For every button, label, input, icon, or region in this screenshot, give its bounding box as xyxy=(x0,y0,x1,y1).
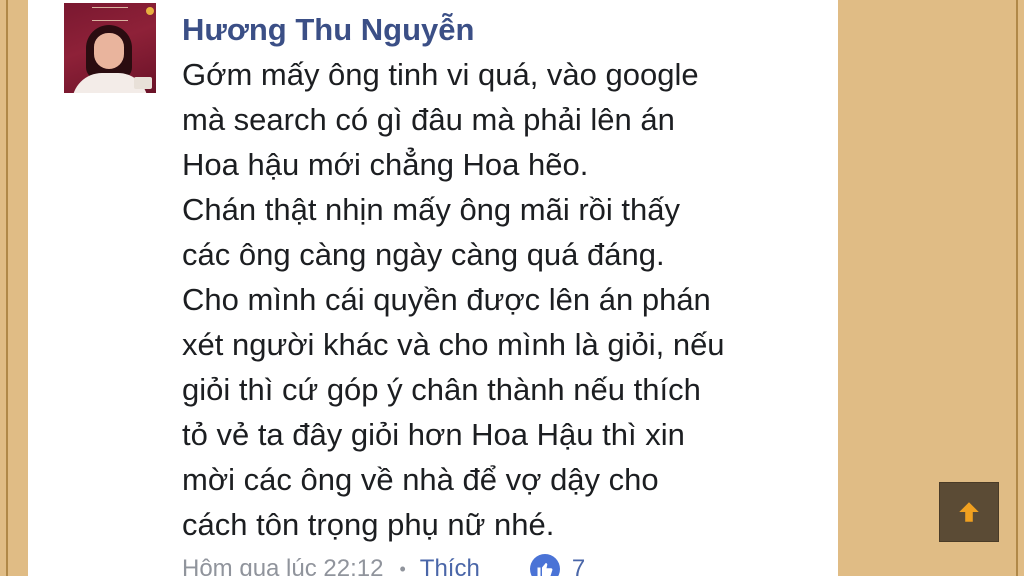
comment-line: Cho mình cái quyền được lên án phán xyxy=(182,282,711,317)
comment-line: Hoa hậu mới chẳng Hoa hẽo. xyxy=(182,147,589,182)
comment-line: mời các ông về nhà để vợ dậy cho xyxy=(182,462,659,497)
comment-author[interactable]: Hương Thu Nguyễn xyxy=(182,12,474,48)
avatar-face xyxy=(94,33,124,69)
like-count: 7 xyxy=(571,555,586,576)
comment-line: Gớm mấy ông tinh vi quá, vào google xyxy=(182,57,699,92)
arrow-up-icon xyxy=(959,502,979,522)
avatar-seal xyxy=(134,77,152,89)
like-link[interactable]: Thích xyxy=(420,555,480,576)
meta-separator: • xyxy=(399,558,406,576)
comment-card: Hương Thu Nguyễn Gớm mấy ông tinh vi quá… xyxy=(28,0,838,576)
right-border xyxy=(1016,0,1018,576)
comment-line: giỏi thì cứ góp ý chân thành nếu thích xyxy=(182,372,701,407)
comment-meta: Hôm qua lúc 22:12 • Thích 7 xyxy=(182,554,585,576)
avatar[interactable] xyxy=(64,3,156,93)
scroll-to-top-button[interactable] xyxy=(939,482,999,542)
comment-line: các ông càng ngày càng quá đáng. xyxy=(182,237,665,272)
comment-text: Gớm mấy ông tinh vi quá, vào google mà s… xyxy=(182,52,832,547)
comment-line: tỏ vẻ ta đây giỏi hơn Hoa Hậu thì xin xyxy=(182,417,685,452)
avatar-banner xyxy=(92,7,128,21)
comment-line: xét người khác và cho mình là giỏi, nếu xyxy=(182,327,725,362)
left-border xyxy=(6,0,8,576)
page: Hương Thu Nguyễn Gớm mấy ông tinh vi quá… xyxy=(0,0,1024,576)
comment-line: Chán thật nhịn mấy ông mãi rồi thấy xyxy=(182,192,680,227)
comment-line: cách tôn trọng phụ nữ nhé. xyxy=(182,507,555,542)
comment-line: mà search có gì đâu mà phải lên án xyxy=(182,102,675,137)
comment-timestamp[interactable]: Hôm qua lúc 22:12 xyxy=(182,555,383,576)
avatar-badge xyxy=(146,7,154,15)
thumbs-up-icon[interactable] xyxy=(529,554,560,576)
